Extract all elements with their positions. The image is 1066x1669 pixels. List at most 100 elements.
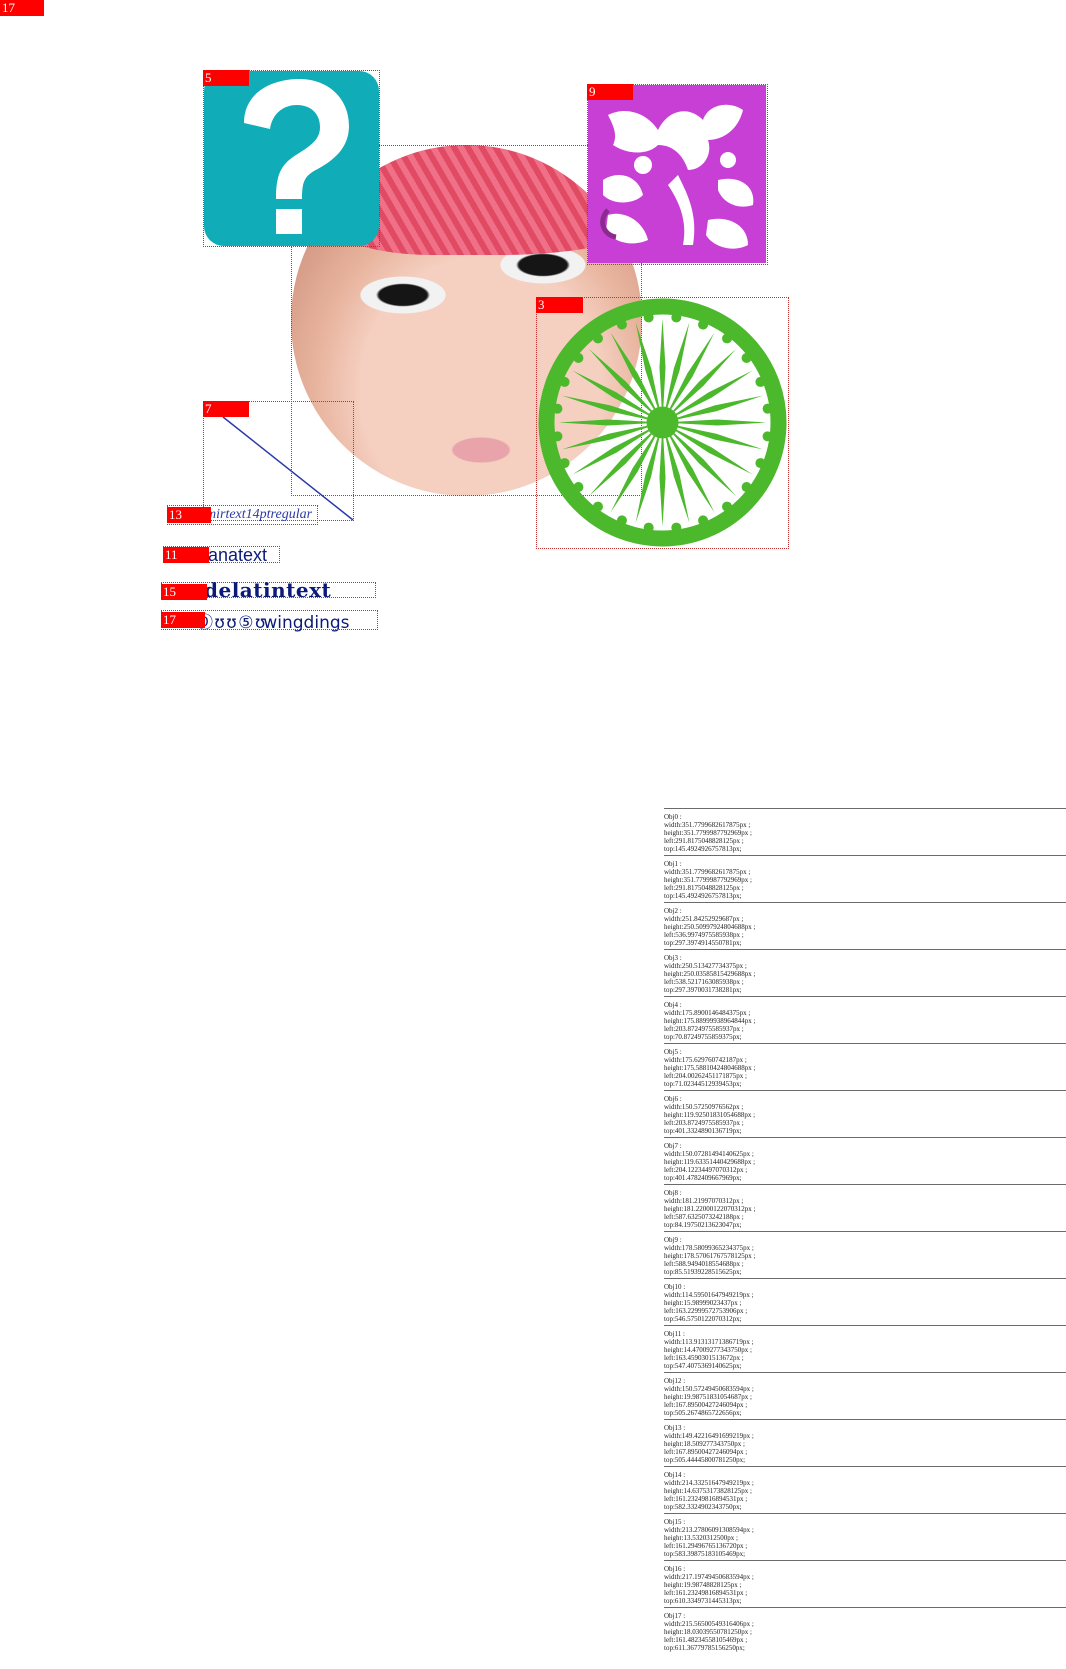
- object-entry: Obj10 : width:114.59501647949219px ; heigh…: [664, 1278, 1066, 1325]
- help-icon-bounding-box: [203, 70, 380, 247]
- object-left: left:291.8175048828125px ;: [664, 884, 744, 892]
- object-width: width:217.19749450683594px ;: [664, 1573, 754, 1581]
- object-top: top:505.44445800781250px;: [664, 1456, 746, 1464]
- object-name: Obj10 :: [664, 1283, 686, 1291]
- object-left: left:203.8724975585937px ;: [664, 1119, 744, 1127]
- object-left: left:161.23249816894531px ;: [664, 1495, 748, 1503]
- object-width: width:215.56500549316406px ;: [664, 1620, 754, 1628]
- object-entry: Obj12 : width:150.57249450683594px ; heigh…: [664, 1372, 1066, 1419]
- object-top: top:71.02344512939453px;: [664, 1080, 742, 1088]
- object-top: top:145.4924926757813px;: [664, 892, 742, 900]
- object-entry: Obj0 : width:351.7799682617875px ; height:…: [664, 808, 1066, 855]
- object-name: Obj9 :: [664, 1236, 682, 1244]
- label-9: 9: [587, 84, 633, 100]
- object-width: width:114.59501647949219px ;: [664, 1291, 754, 1299]
- object-left: left:588.9494018554688px ;: [664, 1260, 744, 1268]
- object-left: left:163.22999572753906px ;: [664, 1307, 748, 1315]
- leaf-bounding-box: [587, 84, 768, 265]
- object-entry: Obj14 : width:214.33251647949219px ; heigh…: [664, 1466, 1066, 1513]
- object-width: width:250.513427734375px ;: [664, 962, 747, 970]
- object-width: width:351.7799682617875px ;: [664, 868, 751, 876]
- object-entry: Obj6 : width:150.57250976562px ; height:11…: [664, 1090, 1066, 1137]
- object-entry: Obj4 : width:175.8900146484375px ; height:…: [664, 996, 1066, 1043]
- object-height: height:19.98751831054687px ;: [664, 1393, 752, 1401]
- object-left: left:161.48234558105469px ;: [664, 1636, 748, 1644]
- object-width: width:178.58099365234375px ;: [664, 1244, 754, 1252]
- object-left: left:536.9974975585938px ;: [664, 931, 744, 939]
- object-name: Obj13 :: [664, 1424, 686, 1432]
- object-top: top:70.87249755859375px;: [664, 1033, 742, 1041]
- object-width: width:175.8900146484375px ;: [664, 1009, 751, 1017]
- wheel-bounding-box: [536, 297, 789, 549]
- object-left: left:161.29496765136720px ;: [664, 1542, 748, 1550]
- object-height: height:119.92501831054688px ;: [664, 1111, 756, 1119]
- object-top: top:401.3324890136719px;: [664, 1127, 742, 1135]
- object-left: left:203.8724975585937px ;: [664, 1025, 744, 1033]
- object-height: height:14.63753173828125px ;: [664, 1487, 752, 1495]
- object-height: height:15.98999023437px ;: [664, 1299, 742, 1307]
- object-width: width:213.27806091308594px ;: [664, 1526, 754, 1534]
- object-entry: Obj11 : width:113.91313171386719px ; heigh…: [664, 1325, 1066, 1372]
- object-width: width:150.57250976562px ;: [664, 1103, 744, 1111]
- object-entry: Obj8 : width:181.21997070312px ; height:18…: [664, 1184, 1066, 1231]
- object-dimensions-panel: Obj0 : width:351.7799682617875px ; height:…: [664, 808, 1066, 1654]
- object-left: left:161.23249816894531px ;: [664, 1589, 748, 1597]
- line-bounding-box: [203, 401, 354, 521]
- object-entry: Obj2 : width:251.84252929687px ; height:25…: [664, 902, 1066, 949]
- object-height: height:351.7799987792969px ;: [664, 829, 752, 837]
- object-entry: Obj7 : width:150.07281494140625px ; height…: [664, 1137, 1066, 1184]
- object-left: left:204.12234497070312px ;: [664, 1166, 748, 1174]
- object-width: width:351.7799682617875px ;: [664, 821, 751, 829]
- object-name: Obj11 :: [664, 1330, 685, 1338]
- object-top: top:505.2674865722656px;: [664, 1409, 742, 1417]
- object-top: top:610.3349731445313px;: [664, 1597, 742, 1605]
- object-width: width:251.84252929687px ;: [664, 915, 744, 923]
- object-height: height:250.03585815429688px ;: [664, 970, 756, 978]
- object-width: width:150.07281494140625px ;: [664, 1150, 754, 1158]
- object-name: Obj16 :: [664, 1565, 686, 1573]
- object-top: top:582.3324902343750px;: [664, 1503, 742, 1511]
- object-left: left:204.00262451171875px ;: [664, 1072, 747, 1080]
- object-height: height:178.57061767578125px ;: [664, 1252, 756, 1260]
- object-top: top:297.3974914550781px;: [664, 939, 742, 947]
- object-top: top:611.36779785156250px;: [664, 1644, 745, 1652]
- object-top: top:583.39875183105469px;: [664, 1550, 746, 1558]
- object-name: Obj14 :: [664, 1471, 686, 1479]
- object-height: height:13.5320312500px ;: [664, 1534, 738, 1542]
- object-top: top:401.4782409667969px;: [664, 1174, 742, 1182]
- object-top: top:547.4075369140625px;: [664, 1362, 742, 1370]
- object-height: height:175.88999938964844px ;: [664, 1017, 756, 1025]
- label-5: 5: [203, 70, 249, 86]
- object-height: height:175.58810424804688px ;: [664, 1064, 756, 1072]
- object-name: Obj8 :: [664, 1189, 682, 1197]
- object-entry: Obj15 : width:213.27806091308594px ; heigh…: [664, 1513, 1066, 1560]
- object-entry: Obj3 : width:250.513427734375px ; height:2…: [664, 949, 1066, 996]
- object-left: left:167.89500427246094px ;: [664, 1401, 748, 1409]
- object-left: left:163.4590301513672px ;: [664, 1354, 744, 1362]
- object-name: Obj15 :: [664, 1518, 686, 1526]
- object-name: Obj0 :: [664, 813, 682, 821]
- object-name: Obj2 :: [664, 907, 682, 915]
- label-17-top: 17: [0, 0, 44, 16]
- object-entry: Obj1 : width:351.7799682617875px ; height:…: [664, 855, 1066, 902]
- object-top: top:546.5750122070312px;: [664, 1315, 742, 1323]
- label-15: 15: [161, 584, 207, 600]
- object-name: Obj12 :: [664, 1377, 686, 1385]
- object-left: left:538.5217163085938px ;: [664, 978, 744, 986]
- object-height: height:19.98748828125px ;: [664, 1581, 742, 1589]
- object-entry: Obj16 : width:217.19749450683594px ; heigh…: [664, 1560, 1066, 1607]
- object-name: Obj17 :: [664, 1612, 686, 1620]
- label-3: 3: [536, 297, 583, 313]
- label-7: 7: [203, 401, 249, 417]
- object-entry: Obj17 : width:215.56500549316406px ; heigh…: [664, 1607, 1066, 1654]
- object-name: Obj1 :: [664, 860, 682, 868]
- object-entry: Obj13 : width:149.42216491699219px ; heigh…: [664, 1419, 1066, 1466]
- object-left: left:291.8175048828125px ;: [664, 837, 744, 845]
- object-top: top:297.3970031738281px;: [664, 986, 742, 994]
- object-width: width:214.33251647949219px ;: [664, 1479, 754, 1487]
- object-height: height:250.50997924804688px ;: [664, 923, 756, 931]
- object-height: height:18.509277343750px ;: [664, 1440, 745, 1448]
- object-left: left:167.89500427246094px ;: [664, 1448, 748, 1456]
- object-width: width:149.42216491699219px ;: [664, 1432, 754, 1440]
- object-top: top:85.51939228515625px;: [664, 1268, 742, 1276]
